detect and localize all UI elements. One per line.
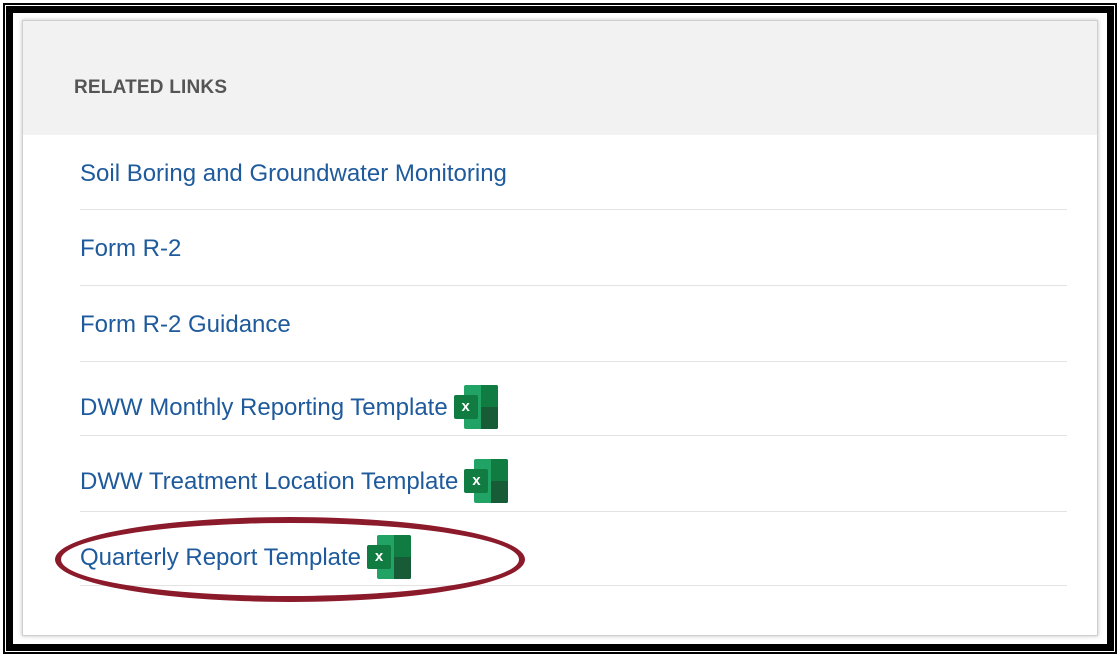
link-dww-treatment-location-template[interactable]: DWW Treatment Location Template — [80, 468, 458, 496]
excel-x-badge: x — [453, 395, 478, 419]
links-list: Soil Boring and Groundwater Monitoring F… — [80, 135, 1067, 586]
excel-x-badge: x — [367, 545, 392, 569]
list-item: DWW Treatment Location Template x — [80, 436, 1067, 512]
excel-file-icon[interactable]: x — [464, 459, 509, 503]
panel-title: RELATED LINKS — [74, 77, 228, 98]
list-item: Form R-2 — [80, 210, 1067, 286]
list-item: Quarterly Report Template x — [80, 512, 1067, 586]
list-item: Soil Boring and Groundwater Monitoring — [80, 135, 1067, 210]
link-dww-monthly-reporting-template[interactable]: DWW Monthly Reporting Template — [80, 394, 448, 422]
list-item: Form R-2 Guidance — [80, 286, 1067, 362]
excel-file-icon[interactable]: x — [367, 535, 412, 579]
link-quarterly-report-template[interactable]: Quarterly Report Template — [80, 544, 361, 572]
link-form-r2-guidance[interactable]: Form R-2 Guidance — [80, 311, 291, 339]
excel-file-icon[interactable]: x — [453, 385, 498, 429]
link-form-r2[interactable]: Form R-2 — [80, 235, 181, 263]
link-soil-boring[interactable]: Soil Boring and Groundwater Monitoring — [80, 160, 507, 188]
list-item: DWW Monthly Reporting Template x — [80, 362, 1067, 436]
excel-x-badge: x — [464, 469, 489, 493]
related-links-panel: RELATED LINKS Soil Boring and Groundwate… — [22, 20, 1098, 636]
panel-header: RELATED LINKS — [23, 21, 1097, 135]
